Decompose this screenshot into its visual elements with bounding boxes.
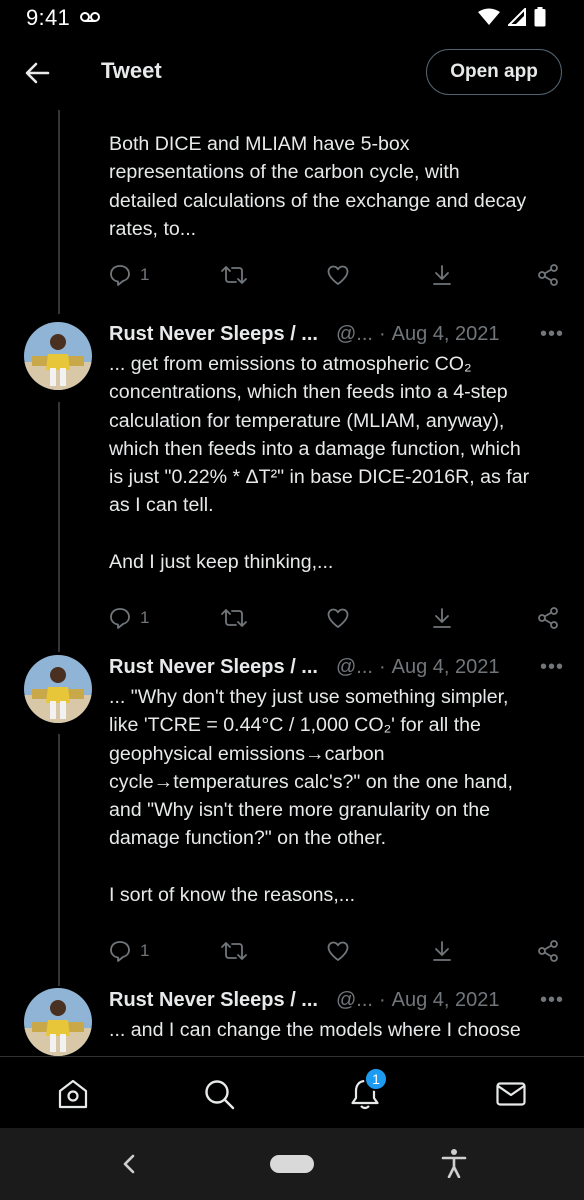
reply-count: 1 xyxy=(140,608,150,627)
open-app-button[interactable]: Open app xyxy=(426,49,562,95)
retweet-icon xyxy=(221,942,247,960)
reply-count: 1 xyxy=(140,265,150,284)
heart-icon xyxy=(327,265,349,285)
share-nodes-icon xyxy=(538,940,558,962)
user-photo-icon xyxy=(24,655,92,723)
share-nodes-icon xyxy=(538,607,558,629)
status-bar: 9:41 xyxy=(0,0,584,36)
page-title: Tweet xyxy=(101,58,162,83)
system-home-button[interactable] xyxy=(270,1155,314,1173)
reply-icon xyxy=(110,265,130,286)
search-icon xyxy=(205,1080,235,1110)
tweet-text: ... "Why don't they just use something s… xyxy=(109,686,513,907)
tweet-actions: 1 xyxy=(0,603,584,633)
tweet-date[interactable]: Aug 4, 2021 xyxy=(392,323,500,346)
tweet-date[interactable]: Aug 4, 2021 xyxy=(392,989,500,1012)
like-button[interactable] xyxy=(326,260,350,290)
back-button[interactable] xyxy=(22,58,52,88)
like-button[interactable] xyxy=(326,936,350,966)
nav-search[interactable] xyxy=(202,1077,236,1111)
share-down-icon xyxy=(433,608,451,628)
notification-badge: 1 xyxy=(364,1067,388,1091)
share-network-button[interactable] xyxy=(536,260,560,290)
share-down-icon xyxy=(433,941,451,961)
retweet-button[interactable] xyxy=(220,936,248,966)
share-button[interactable] xyxy=(430,936,454,966)
more-icon[interactable]: ••• xyxy=(540,989,564,1012)
share-network-button[interactable] xyxy=(536,603,560,633)
retweet-button[interactable] xyxy=(220,260,248,290)
tweet-header: Rust Never Sleeps / ... @... · Aug 4, 20… xyxy=(109,320,564,348)
author-name[interactable]: Rust Never Sleeps / ... xyxy=(109,656,318,679)
tweet-actions: 1 xyxy=(0,936,584,966)
share-down-icon xyxy=(433,265,451,285)
more-icon[interactable]: ••• xyxy=(540,656,564,679)
system-back-button[interactable] xyxy=(118,1150,140,1183)
author-handle[interactable]: @... xyxy=(336,989,373,1012)
like-button[interactable] xyxy=(326,603,350,633)
reply-icon xyxy=(110,941,130,962)
reply-count: 1 xyxy=(140,941,150,960)
chevron-left-icon xyxy=(123,1154,135,1174)
tweet-date[interactable]: Aug 4, 2021 xyxy=(392,656,500,679)
tweet-actions: 1 xyxy=(0,260,584,290)
reply-button[interactable]: 1 xyxy=(108,260,149,290)
nav-home[interactable] xyxy=(56,1077,90,1111)
share-nodes-icon xyxy=(538,264,558,286)
share-network-button[interactable] xyxy=(536,936,560,966)
more-icon[interactable]: ••• xyxy=(540,323,564,346)
avatar[interactable] xyxy=(24,988,92,1056)
system-nav-bar xyxy=(0,1128,584,1200)
author-handle[interactable]: @... xyxy=(336,656,373,679)
separator-dot: · xyxy=(378,655,386,678)
retweet-button[interactable] xyxy=(220,603,248,633)
reply-icon xyxy=(110,608,130,629)
tweet-text: Both DICE and MLIAM have 5-box represent… xyxy=(109,133,527,240)
header: Tweet Open app xyxy=(0,36,584,110)
share-button[interactable] xyxy=(430,260,454,290)
avatar[interactable] xyxy=(24,655,92,723)
reply-button[interactable]: 1 xyxy=(108,936,149,966)
accessibility-icon xyxy=(441,1149,467,1179)
cell-signal-icon xyxy=(506,6,526,31)
tweet-header: Rust Never Sleeps / ... @... · Aug 4, 20… xyxy=(109,986,564,1014)
tweet-header: Rust Never Sleeps / ... @... · Aug 4, 20… xyxy=(109,653,564,681)
retweet-icon xyxy=(221,266,247,284)
reply-button[interactable]: 1 xyxy=(108,603,149,633)
home-icon xyxy=(58,1079,88,1109)
retweet-icon xyxy=(221,609,247,627)
accessibility-button[interactable] xyxy=(440,1148,468,1183)
battery-icon xyxy=(534,7,546,32)
author-handle[interactable]: @... xyxy=(336,323,373,346)
voicemail-icon xyxy=(80,10,100,28)
share-button[interactable] xyxy=(430,603,454,633)
nav-messages[interactable] xyxy=(494,1077,528,1111)
tweet-text: ... get from emissions to atmospheric CO… xyxy=(109,353,530,574)
tweet-thread: Both DICE and MLIAM have 5-box represent… xyxy=(0,110,584,1056)
status-time: 9:41 xyxy=(26,5,71,30)
tweet-text: ... and I can change the models where I … xyxy=(109,1019,521,1041)
separator-dot: · xyxy=(378,322,386,345)
author-name[interactable]: Rust Never Sleeps / ... xyxy=(109,989,318,1012)
bottom-nav: 1 xyxy=(0,1056,584,1128)
heart-icon xyxy=(327,941,349,961)
user-photo-icon xyxy=(24,322,92,390)
author-name[interactable]: Rust Never Sleeps / ... xyxy=(109,323,318,346)
avatar[interactable] xyxy=(24,322,92,390)
separator-dot: · xyxy=(378,988,386,1011)
wifi-icon xyxy=(478,8,500,31)
heart-icon xyxy=(327,608,349,628)
arrow-left-icon xyxy=(25,62,50,84)
user-photo-icon xyxy=(24,988,92,1056)
mail-icon xyxy=(496,1082,526,1106)
